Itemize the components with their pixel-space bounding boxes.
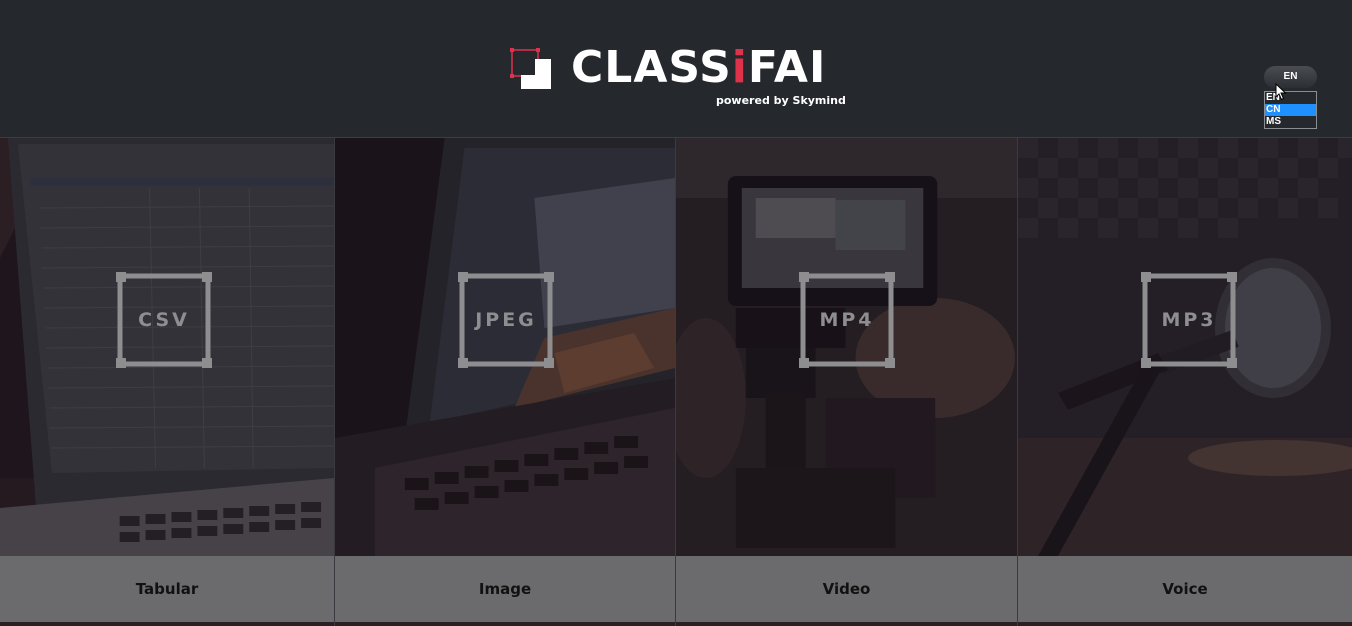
brand-name-accent: i: [731, 42, 748, 93]
bottom-strip: [335, 622, 675, 626]
panel-caption: Image: [478, 580, 532, 598]
brand-name-part2: FAI: [747, 42, 827, 93]
format-label: CSV: [138, 309, 190, 331]
format-frame-icon: CSV: [116, 272, 212, 368]
brand-name: CLASSiFAI: [571, 42, 826, 94]
format-frame-icon: MP4: [799, 272, 895, 368]
format-label: MP3: [1161, 309, 1217, 331]
caption-bar[interactable]: Tabular: [0, 556, 334, 622]
logo-mark-icon: [510, 48, 551, 89]
bottom-strip: [1018, 622, 1352, 626]
panel-tabular[interactable]: CSV Tabular: [0, 138, 335, 626]
panel-caption: Tabular: [135, 580, 199, 598]
language-option-cn[interactable]: CN: [1265, 104, 1316, 116]
panel-image[interactable]: JPEG Image: [335, 138, 676, 626]
brand-name-part1: CLASS: [571, 42, 732, 93]
language-options-list: EN CN MS: [1264, 91, 1317, 129]
language-dropdown-button[interactable]: EN: [1264, 66, 1317, 88]
format-label: MP4: [819, 309, 875, 331]
format-frame-icon: MP3: [1141, 272, 1237, 368]
classifai-logo[interactable]: CLASSiFAI powered by Skymind: [509, 42, 849, 110]
panel-caption: Video: [822, 580, 871, 598]
brand-tagline: powered by Skymind: [716, 94, 846, 107]
bottom-strip: [0, 622, 334, 626]
panel-caption: Voice: [1162, 580, 1208, 598]
format-label: JPEG: [475, 309, 537, 331]
app-header: CLASSiFAI powered by Skymind EN EN CN MS: [0, 0, 1352, 138]
data-type-panels: CSV Tabular JPEG Image MP4 Video MP3 Voi…: [0, 138, 1352, 626]
language-option-ms[interactable]: MS: [1265, 116, 1316, 128]
bottom-strip: [676, 622, 1017, 626]
caption-bar[interactable]: Video: [676, 556, 1017, 622]
caption-bar[interactable]: Image: [335, 556, 675, 622]
caption-bar[interactable]: Voice: [1018, 556, 1352, 622]
language-option-en[interactable]: EN: [1265, 92, 1316, 104]
format-frame-icon: JPEG: [458, 272, 554, 368]
panel-voice[interactable]: MP3 Voice: [1018, 138, 1352, 626]
language-selector[interactable]: EN EN CN MS: [1264, 66, 1317, 129]
mouse-pointer-icon: [1275, 83, 1287, 101]
panel-video[interactable]: MP4 Video: [676, 138, 1018, 626]
